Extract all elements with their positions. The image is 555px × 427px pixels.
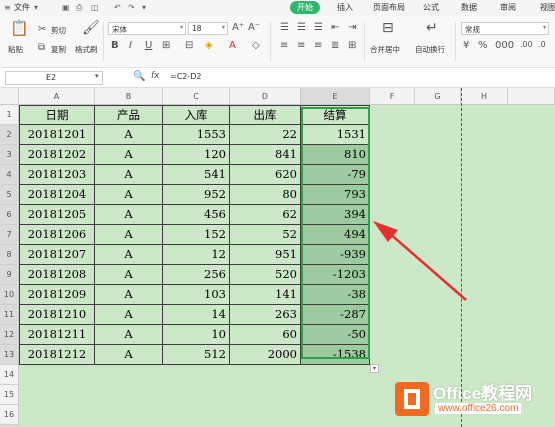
watermark-logo: Office教程网 www.office26.com (395, 379, 553, 423)
watermark-brand: Office教程网 (433, 384, 533, 403)
watermark-url: www.office26.com (435, 403, 522, 414)
annotation-arrow-icon (373, 221, 467, 301)
